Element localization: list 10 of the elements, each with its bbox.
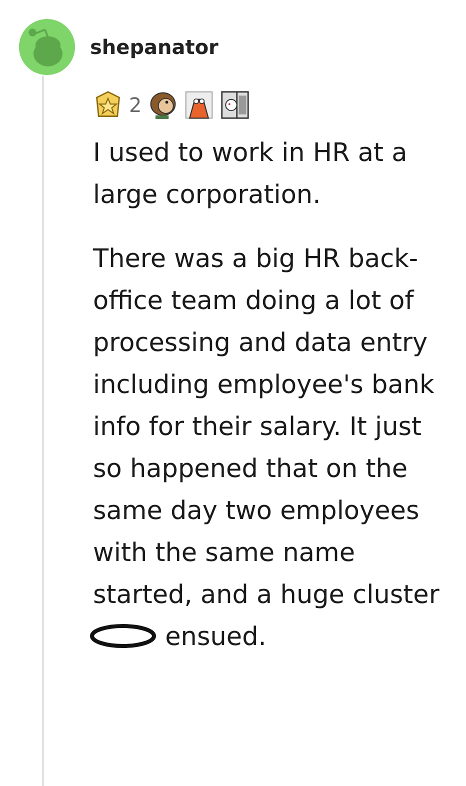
comment-paragraph: I used to work in HR at a large corporation.	[93, 137, 408, 212]
avatar-icon[interactable]	[18, 18, 76, 76]
monkey-icon	[148, 90, 178, 120]
username[interactable]: shepanator	[90, 35, 218, 59]
award-count: 2	[129, 93, 142, 117]
framed-figure-icon	[220, 90, 250, 120]
comment-paragraph: There was a big HR back-office team doing a lot of processing and data entry including employee's bank info for their salary. It just so happened that on the same day two employees with the same name started, and a huge cluster ensued.	[93, 238, 449, 658]
oval-icon	[89, 623, 157, 649]
star-badge-icon	[93, 90, 123, 120]
creature-sticker-icon	[184, 90, 214, 120]
